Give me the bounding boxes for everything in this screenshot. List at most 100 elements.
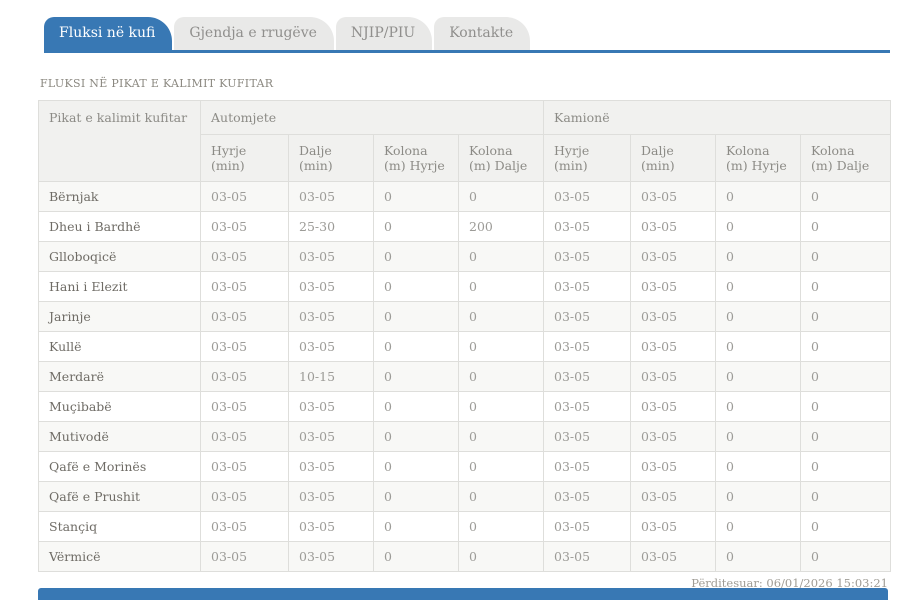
cell-value: 0 (716, 272, 801, 302)
cell-value: 0 (374, 272, 459, 302)
cell-value: 03-05 (631, 512, 716, 542)
table-row: Qafë e Morinës03-0503-050003-0503-0500 (39, 452, 891, 482)
crossing-point-name: Qafë e Morinës (39, 452, 201, 482)
tab-bar: Fluksi në kufiGjendja e rrugëveNJIP/PIUK… (44, 17, 890, 50)
cell-value: 03-05 (289, 272, 374, 302)
cell-value: 0 (716, 482, 801, 512)
cell-value: 0 (374, 422, 459, 452)
cell-value: 03-05 (289, 482, 374, 512)
cell-value: 0 (459, 482, 544, 512)
cell-value: 03-05 (544, 422, 631, 452)
table-row: Stançiq03-0503-050003-0503-0500 (39, 512, 891, 542)
cell-value: 03-05 (201, 422, 289, 452)
cell-value: 03-05 (289, 242, 374, 272)
cell-value: 0 (716, 242, 801, 272)
cell-value: 0 (801, 212, 891, 242)
column-header: Kolona (m) Hyrje (374, 135, 459, 182)
cell-value: 03-05 (289, 452, 374, 482)
crossing-point-name: Vërmicë (39, 542, 201, 572)
tab-kontakte[interactable]: Kontakte (434, 17, 530, 50)
cell-value: 0 (801, 512, 891, 542)
cell-value: 03-05 (289, 512, 374, 542)
cell-value: 200 (459, 212, 544, 242)
table-row: Glloboqicë03-0503-050003-0503-0500 (39, 242, 891, 272)
tab-njip-piu[interactable]: NJIP/PIU (336, 17, 432, 50)
cell-value: 0 (459, 542, 544, 572)
cell-value: 0 (459, 302, 544, 332)
cell-value: 03-05 (631, 332, 716, 362)
cell-value: 0 (459, 512, 544, 542)
cell-value: 0 (374, 482, 459, 512)
cell-value: 10-15 (289, 362, 374, 392)
tab-gjendja-e-rrug-ve[interactable]: Gjendja e rrugëve (174, 17, 334, 50)
table-row: Merdarë03-0510-150003-0503-0500 (39, 362, 891, 392)
cell-value: 03-05 (544, 332, 631, 362)
cell-value: 03-05 (631, 392, 716, 422)
cell-value: 0 (716, 422, 801, 452)
cell-value: 0 (801, 302, 891, 332)
cell-value: 03-05 (201, 212, 289, 242)
cell-value: 03-05 (289, 332, 374, 362)
cell-value: 03-05 (201, 302, 289, 332)
table-row: Kullë03-0503-050003-0503-0500 (39, 332, 891, 362)
cell-value: 03-05 (289, 302, 374, 332)
cell-value: 0 (374, 182, 459, 212)
cell-value: 0 (459, 242, 544, 272)
cell-value: 0 (716, 212, 801, 242)
crossing-point-name: Stançiq (39, 512, 201, 542)
cell-value: 0 (374, 512, 459, 542)
cell-value: 03-05 (201, 182, 289, 212)
table-row: Hani i Elezit03-0503-050003-0503-0500 (39, 272, 891, 302)
group-header-kamione: Kamionë (544, 101, 891, 135)
cell-value: 0 (459, 332, 544, 362)
cell-value: 0 (801, 242, 891, 272)
cell-value: 03-05 (544, 242, 631, 272)
cell-value: 0 (716, 542, 801, 572)
column-header: Kolona (m) Hyrje (716, 135, 801, 182)
table-row: Mutivodë03-0503-050003-0503-0500 (39, 422, 891, 452)
cell-value: 0 (716, 182, 801, 212)
cell-value: 03-05 (289, 182, 374, 212)
cell-value: 0 (801, 482, 891, 512)
corner-header: Pikat e kalimit kufitar (39, 101, 201, 182)
cell-value: 03-05 (631, 242, 716, 272)
table-row: Bërnjak03-0503-050003-0503-0500 (39, 182, 891, 212)
cell-value: 03-05 (544, 302, 631, 332)
border-flow-table: Pikat e kalimit kufitarAutomjeteKamionë H… (38, 100, 891, 572)
cell-value: 0 (374, 542, 459, 572)
cell-value: 0 (716, 452, 801, 482)
tab-underline (44, 50, 890, 53)
cell-value: 03-05 (631, 212, 716, 242)
cell-value: 03-05 (544, 362, 631, 392)
cell-value: 0 (716, 332, 801, 362)
cell-value: 0 (374, 302, 459, 332)
cell-value: 03-05 (544, 512, 631, 542)
cell-value: 0 (459, 422, 544, 452)
cell-value: 0 (459, 452, 544, 482)
tab-fluksi-n-kufi[interactable]: Fluksi në kufi (44, 17, 172, 50)
cell-value: 03-05 (544, 272, 631, 302)
cell-value: 0 (801, 362, 891, 392)
cell-value: 0 (801, 542, 891, 572)
cell-value: 0 (801, 452, 891, 482)
cell-value: 03-05 (631, 182, 716, 212)
table-row: Dheu i Bardhë03-0525-30020003-0503-0500 (39, 212, 891, 242)
group-header-automjete: Automjete (201, 101, 544, 135)
bottom-accent-bar (38, 588, 888, 600)
cell-value: 03-05 (201, 452, 289, 482)
cell-value: 03-05 (631, 542, 716, 572)
crossing-point-name: Qafë e Prushit (39, 482, 201, 512)
header-group-row: Pikat e kalimit kufitarAutomjeteKamionë (39, 101, 891, 135)
cell-value: 03-05 (544, 182, 631, 212)
cell-value: 03-05 (201, 272, 289, 302)
table-row: Jarinje03-0503-050003-0503-0500 (39, 302, 891, 332)
cell-value: 25-30 (289, 212, 374, 242)
crossing-point-name: Hani i Elezit (39, 272, 201, 302)
table-row: Qafë e Prushit03-0503-050003-0503-0500 (39, 482, 891, 512)
cell-value: 03-05 (289, 542, 374, 572)
crossing-point-name: Dheu i Bardhë (39, 212, 201, 242)
crossing-point-name: Mutivodë (39, 422, 201, 452)
cell-value: 03-05 (631, 272, 716, 302)
cell-value: 03-05 (201, 392, 289, 422)
cell-value: 0 (374, 332, 459, 362)
